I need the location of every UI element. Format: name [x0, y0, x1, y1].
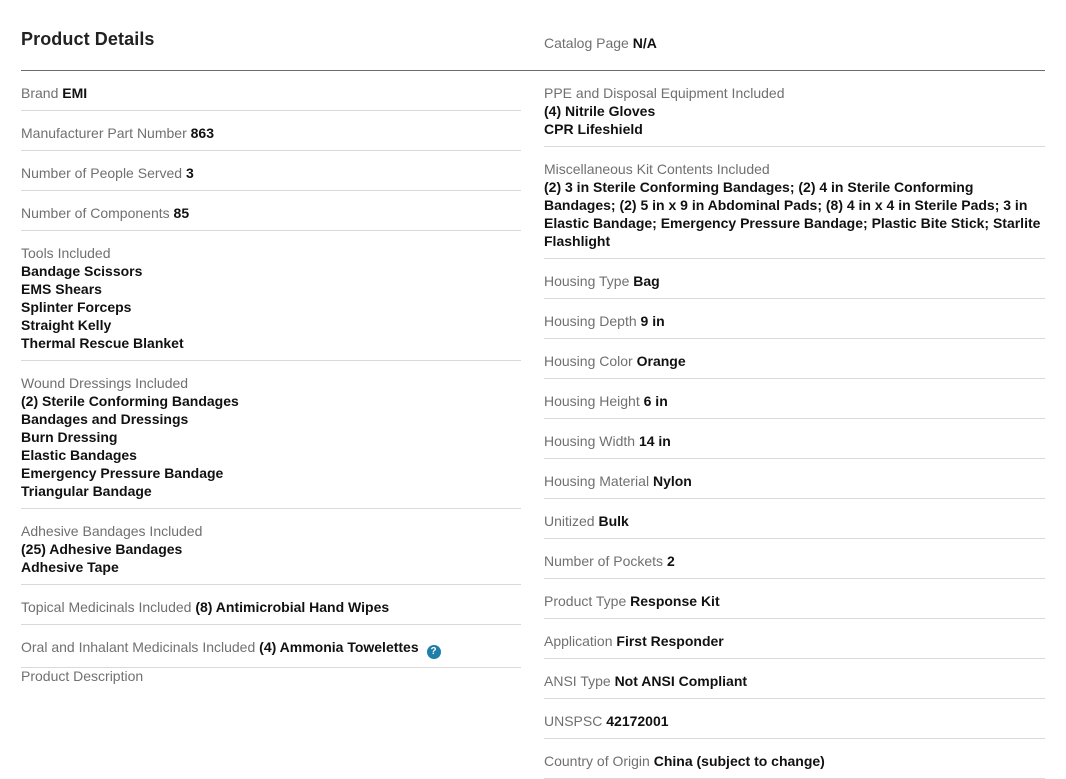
spec-value: 863 — [190, 125, 214, 141]
spec-value-item: (2) Sterile Conforming Bandages — [21, 393, 239, 409]
spec-housing-type: Housing Type Bag — [544, 259, 1045, 299]
product-description-heading: Product Description — [21, 668, 144, 684]
spec-product-type: Product Type Response Kit — [544, 579, 1045, 619]
spec-value: Orange — [636, 353, 686, 369]
spec-value: EMI — [62, 85, 88, 101]
spec-label: Housing Depth — [544, 313, 637, 329]
spec-tools-included: Tools Included Bandage Scissors EMS Shea… — [21, 231, 521, 361]
spec-label: Number of Components — [21, 205, 170, 221]
spec-value-item: (25) Adhesive Bandages — [21, 541, 183, 557]
spec-value-item: CPR Lifeshield — [544, 121, 643, 137]
spec-value: 2 — [666, 553, 675, 569]
spec-label: Miscellaneous Kit Contents Included — [544, 161, 770, 177]
spec-housing-height: Housing Height 6 in — [544, 379, 1045, 419]
catalog-page: Catalog Page N/A — [544, 35, 657, 51]
spec-value: Bag — [633, 273, 660, 289]
spec-number-of-pockets: Number of Pockets 2 — [544, 539, 1045, 579]
catalog-value: N/A — [632, 35, 657, 51]
spec-country-of-origin: Country of Origin China (subject to chan… — [544, 739, 1045, 779]
spec-label: Wound Dressings Included — [21, 375, 189, 391]
spec-unspsc: UNSPSC 42172001 — [544, 699, 1045, 739]
spec-value-item: Burn Dressing — [21, 429, 118, 445]
spec-unitized: Unitized Bulk — [544, 499, 1045, 539]
spec-label: UNSPSC — [544, 713, 603, 729]
spec-wound-dressings: Wound Dressings Included (2) Sterile Con… — [21, 361, 521, 509]
spec-value: Response Kit — [630, 593, 720, 609]
spec-value: 85 — [173, 205, 190, 221]
spec-label: Topical Medicinals Included — [21, 599, 192, 615]
catalog-label: Catalog Page — [544, 35, 629, 51]
spec-housing-color: Housing Color Orange — [544, 339, 1045, 379]
spec-label: ANSI Type — [544, 673, 611, 689]
spec-label: Housing Type — [544, 273, 630, 289]
spec-value-item: EMS Shears — [21, 281, 102, 297]
spec-value-item: Thermal Rescue Blanket — [21, 335, 184, 351]
spec-housing-material: Housing Material Nylon — [544, 459, 1045, 499]
spec-value: 14 in — [638, 433, 671, 449]
spec-value-item: Straight Kelly — [21, 317, 112, 333]
spec-label: Brand — [21, 85, 59, 101]
spec-manufacturer-part-number: Manufacturer Part Number 863 — [21, 111, 521, 151]
spec-label: Unitized — [544, 513, 595, 529]
spec-value: (2) 3 in Sterile Conforming Bandages; (2… — [544, 179, 1041, 249]
spec-housing-width: Housing Width 14 in — [544, 419, 1045, 459]
spec-label: Tools Included — [21, 245, 111, 261]
spec-value: Nylon — [652, 473, 692, 489]
spec-ppe-disposal: PPE and Disposal Equipment Included (4) … — [544, 71, 1045, 147]
spec-value-item: Elastic Bandages — [21, 447, 137, 463]
spec-label: Number of Pockets — [544, 553, 664, 569]
spec-housing-depth: Housing Depth 9 in — [544, 299, 1045, 339]
spec-label: Manufacturer Part Number — [21, 125, 187, 141]
spec-label: Adhesive Bandages Included — [21, 523, 203, 539]
spec-label: Application — [544, 633, 613, 649]
spec-value: (4) Ammonia Towelettes — [259, 639, 419, 655]
spec-application: Application First Responder — [544, 619, 1045, 659]
spec-brand: Brand EMI — [21, 71, 521, 111]
spec-people-served: Number of People Served 3 — [21, 151, 521, 191]
section-title: Product Details — [21, 29, 155, 49]
spec-value: Not ANSI Compliant — [614, 673, 748, 689]
spec-misc-kit-contents: Miscellaneous Kit Contents Included (2) … — [544, 147, 1045, 259]
product-details-section: Product Details Catalog Page N/A Brand E… — [21, 0, 1045, 779]
spec-label: Product Type — [544, 593, 627, 609]
left-spec-column: Brand EMI Manufacturer Part Number 863 N… — [21, 71, 521, 668]
help-question-icon[interactable]: ? — [426, 645, 441, 659]
spec-value: First Responder — [616, 633, 724, 649]
spec-value: 42172001 — [606, 713, 669, 729]
spec-value: 6 in — [643, 393, 668, 409]
spec-value-item: Triangular Bandage — [21, 483, 152, 499]
spec-value-item: Emergency Pressure Bandage — [21, 465, 224, 481]
details-header: Product Details Catalog Page N/A — [21, 0, 1045, 71]
spec-components: Number of Components 85 — [21, 191, 521, 231]
spec-label: Oral and Inhalant Medicinals Included — [21, 639, 256, 655]
spec-value: 3 — [185, 165, 194, 181]
spec-oral-inhalant-medicinals: Oral and Inhalant Medicinals Included (4… — [21, 625, 521, 668]
spec-label: Housing Color — [544, 353, 633, 369]
spec-topical-medicinals: Topical Medicinals Included (8) Antimicr… — [21, 585, 521, 625]
spec-label: Country of Origin — [544, 753, 650, 769]
spec-label: Housing Width — [544, 433, 636, 449]
spec-value-item: Adhesive Tape — [21, 559, 119, 575]
spec-label: Housing Material — [544, 473, 650, 489]
spec-value: Bulk — [598, 513, 629, 529]
spec-value: (8) Antimicrobial Hand Wipes — [195, 599, 390, 615]
spec-ansi-type: ANSI Type Not ANSI Compliant — [544, 659, 1045, 699]
spec-value: China (subject to change) — [653, 753, 825, 769]
spec-label: Number of People Served — [21, 165, 183, 181]
spec-label: PPE and Disposal Equipment Included — [544, 85, 785, 101]
spec-value-item: Splinter Forceps — [21, 299, 132, 315]
spec-label: Housing Height — [544, 393, 640, 409]
spec-value: 9 in — [640, 313, 665, 329]
spec-value-item: (4) Nitrile Gloves — [544, 103, 656, 119]
spec-value-item: Bandages and Dressings — [21, 411, 189, 427]
right-spec-column: PPE and Disposal Equipment Included (4) … — [544, 71, 1045, 779]
spec-adhesive-bandages: Adhesive Bandages Included (25) Adhesive… — [21, 509, 521, 585]
spec-value-item: Bandage Scissors — [21, 263, 143, 279]
